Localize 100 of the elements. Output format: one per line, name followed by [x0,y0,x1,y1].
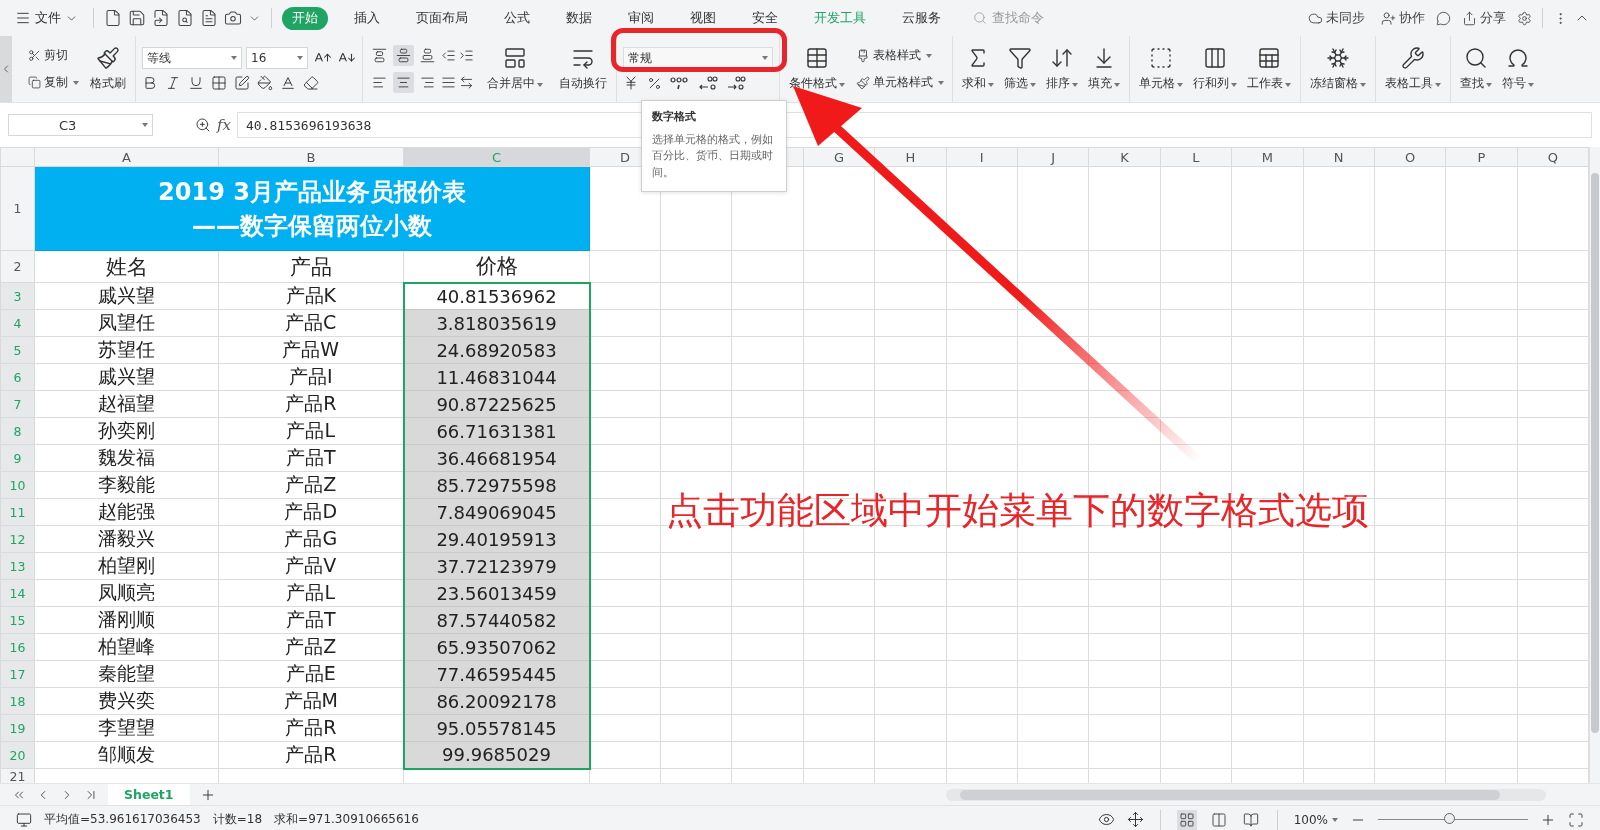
table-cell: 36.46681954 [403,444,590,472]
horizontal-align-button[interactable] [393,72,414,93]
search-field[interactable]: 查找命令 [973,10,1064,26]
sum-button[interactable]: 求和 [959,44,997,94]
table-cell: 戚兴望 [34,282,219,310]
zoom-level[interactable]: 100% [1293,812,1338,827]
column-header[interactable]: L [1160,147,1232,167]
row-header[interactable]: 2 [0,250,35,283]
settings-icon[interactable] [1517,10,1532,26]
column-header[interactable]: O [1374,147,1446,167]
normal-view-icon [1178,811,1195,828]
ribbon-tab[interactable]: 云服务 [892,6,951,30]
underline-icon[interactable] [188,75,204,91]
slider-thumb[interactable] [1444,813,1455,824]
cut-button[interactable]: 剪切 [26,45,81,66]
ribbon-tab[interactable]: 审阅 [618,6,664,30]
table-cell: 86.20092178 [403,687,590,715]
indent-increase-icon[interactable] [459,48,474,63]
number-format-select[interactable]: 常规 [623,47,773,69]
font-size-select[interactable]: 16 [246,47,308,69]
font-color-icon[interactable] [280,75,296,91]
zoom-icon[interactable] [195,117,211,133]
symbol-button[interactable]: 符号 [1499,44,1537,94]
new-file-icon[interactable] [104,9,122,27]
fill-color-icon[interactable] [257,75,273,91]
function-label[interactable]: fx [217,116,231,134]
export-icon[interactable] [152,9,170,27]
wrap-text-button[interactable]: 自动换行 [556,44,610,94]
distribute-icon[interactable] [459,75,474,90]
sort-button[interactable]: 排序 [1043,44,1081,94]
eraser-icon[interactable] [303,75,319,91]
row-header[interactable]: 1 [0,166,35,251]
italic-icon[interactable] [165,75,181,91]
sheet-button[interactable]: 工作表 [1244,44,1294,94]
chat-icon[interactable] [1436,10,1451,26]
align-icon [420,48,435,63]
ribbon-tab[interactable]: 插入 [344,6,390,30]
title-text: ——数字保留两位小数 [191,210,433,242]
print-preview-icon[interactable] [176,9,194,27]
align-icon [396,75,411,90]
column-header[interactable]: B [218,147,404,167]
ribbon-tab[interactable]: 页面布局 [406,6,478,30]
ribbon-tab[interactable]: 数据 [556,6,602,30]
file-menu[interactable]: 文件 [10,6,83,30]
collab-button[interactable]: 协作 [1376,7,1430,29]
view-mode-button[interactable] [1176,809,1197,830]
table-cell: 77.46595445 [403,660,590,688]
column-header[interactable]: Q [1517,147,1589,167]
cell-style-button[interactable]: 单元格样式 [854,72,946,93]
name-box[interactable]: C3 [8,114,153,136]
ribbon-tab[interactable]: 公式 [494,6,540,30]
column-header[interactable]: P [1445,147,1518,167]
column-header[interactable]: H [874,147,947,167]
rowcol-button[interactable]: 行和列 [1190,44,1240,94]
percent-icon[interactable] [647,75,662,91]
table-cell: 孙奕刚 [34,417,219,445]
cell-button[interactable]: 单元格 [1136,44,1186,94]
horizontal-scrollbar[interactable] [945,788,1546,801]
freeze-button[interactable]: 冻结窗格 [1307,44,1369,94]
tools-button[interactable]: 表格工具 [1382,44,1444,94]
vertical-scrollbar[interactable] [1589,147,1600,783]
merge-center-button[interactable]: 合并居中 [484,44,546,94]
ribbon-tab[interactable]: 安全 [742,6,788,30]
find-button[interactable]: 查找 [1457,44,1495,94]
column-header[interactable]: M [1231,147,1303,167]
format-painter-button[interactable]: 格式刷 [87,44,129,94]
column-header[interactable]: I [946,147,1018,167]
table-cell: 费兴奕 [34,687,219,715]
column-header[interactable]: N [1303,147,1375,167]
sync-button[interactable]: 未同步 [1303,7,1370,29]
camera-icon[interactable] [224,9,242,27]
thousands-separator-icon[interactable] [670,75,690,91]
column-header[interactable]: A [34,147,219,167]
fullscreen-icon[interactable] [1568,811,1584,828]
bold-icon[interactable] [142,75,158,91]
ribbon-tab[interactable]: 视图 [680,6,726,30]
save-icon[interactable] [128,9,146,27]
eye-icon[interactable] [1097,811,1115,828]
justify-icon[interactable] [441,75,456,90]
share-button[interactable]: 分享 [1457,7,1511,29]
vertical-align-button[interactable] [393,45,414,66]
column-header[interactable]: K [1088,147,1161,167]
indent-decrease-icon[interactable] [441,48,456,63]
filter-button[interactable]: 筛选 [1001,44,1039,94]
document-icon[interactable] [200,9,218,27]
copy-button[interactable]: 复制 [26,72,81,93]
sort-icon [1050,46,1074,70]
borders-icon[interactable] [211,75,227,91]
font-name-select[interactable]: 等线 [142,47,242,69]
increase-decimal-icon[interactable] [698,75,718,91]
column-header[interactable]: J [1017,147,1089,167]
decrease-decimal-icon[interactable] [726,75,746,91]
fill-button[interactable]: 填充 [1085,44,1123,94]
table-cell: 秦能望 [34,660,219,688]
menu-icon [15,10,31,26]
table-cell: 37.72123979 [403,552,590,580]
search-icon [973,11,987,25]
edit-cell-icon[interactable] [234,75,250,91]
currency-icon[interactable] [623,75,639,91]
table-style-button[interactable]: 表格样式 [854,45,946,66]
